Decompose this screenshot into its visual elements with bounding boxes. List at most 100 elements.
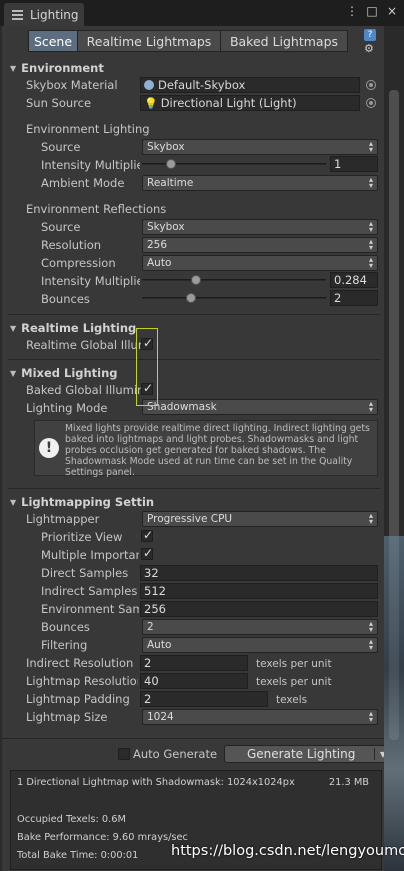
tab-realtime-lightmaps[interactable]: Realtime Lightmaps — [77, 30, 221, 52]
indirect-resolution-field[interactable]: 2 — [140, 655, 248, 671]
section-realtime-lighting[interactable]: ▼ Realtime Lighting — [10, 321, 136, 335]
section-environment[interactable]: ▼ Environment — [10, 61, 104, 75]
object-picker-icon[interactable] — [366, 98, 376, 108]
object-picker-icon[interactable] — [366, 80, 376, 90]
skybox-material-label: Skybox Material — [26, 78, 118, 92]
lightmap-padding-label: Lightmap Padding — [26, 692, 130, 706]
env-intensity-field[interactable]: 1 — [330, 156, 378, 172]
gear-icon[interactable]: ⚙ — [364, 43, 376, 55]
stats-bake-performance: Bake Performance: 9.60 mrays/sec — [17, 832, 188, 843]
indirect-samples-field[interactable]: 512 — [140, 583, 378, 599]
section-lightmapping-settings[interactable]: ▼ Lightmapping Settin — [10, 495, 154, 509]
stats-occupied-texels: Occupied Texels: 0.6M — [17, 814, 126, 825]
resolution-dropdown[interactable]: 256 ▴ ▾ — [142, 237, 378, 253]
window-title: Lighting — [30, 7, 79, 22]
dropdown-arrows-icon: ▴ ▾ — [368, 139, 373, 154]
slider-knob[interactable] — [166, 159, 176, 169]
prioritize-view-checkbox[interactable] — [141, 528, 153, 542]
tab-baked-lightmaps[interactable]: Baked Lightmaps — [220, 30, 348, 52]
filtering-value: Auto — [147, 639, 172, 651]
close-icon[interactable]: × — [386, 4, 398, 18]
compression-dropdown[interactable]: Auto ▴ ▾ — [142, 255, 378, 271]
divider — [8, 488, 380, 489]
generate-lighting-button[interactable]: Generate Lighting ▼ — [224, 745, 384, 763]
sun-source-value: Directional Light (Light) — [160, 96, 297, 110]
skybox-material-field[interactable]: Default-Skybox — [140, 77, 360, 93]
compression-value: Auto — [147, 257, 172, 269]
section-title: Lightmapping Settin — [21, 495, 155, 509]
lightmap-resolution-field[interactable]: 40 — [140, 673, 248, 689]
env-source-dropdown[interactable]: Skybox ▴ ▾ — [142, 139, 378, 155]
ambient-mode-label: Ambient Mode — [41, 176, 125, 190]
lightmap-padding-field[interactable]: 2 — [140, 691, 268, 707]
environment-samples-field[interactable]: 256 — [140, 601, 378, 617]
dropdown-arrow-icon[interactable]: ▼ — [380, 750, 384, 759]
ambient-mode-dropdown[interactable]: Realtime ▴ ▾ — [142, 175, 378, 191]
refl-source-dropdown[interactable]: Skybox ▴ ▾ — [142, 219, 378, 235]
resolution-label: Resolution — [41, 238, 102, 252]
lighting-tab-icon — [12, 9, 24, 20]
menu-icon[interactable]: ⋮ — [346, 4, 358, 18]
skybox-material-value: Default-Skybox — [158, 78, 246, 92]
maximize-icon[interactable]: □ — [366, 4, 378, 18]
light-bulb-icon: 💡 — [144, 96, 158, 110]
resolution-value: 256 — [147, 239, 168, 251]
refl-intensity-slider[interactable] — [142, 272, 326, 288]
divider — [8, 314, 380, 315]
lightmap-size-value: 1024 — [147, 711, 174, 723]
dropdown-arrows-icon: ▴ ▾ — [368, 709, 373, 724]
info-icon: ! — [39, 438, 59, 458]
lighting-mode-dropdown[interactable]: Shadowmask ▴ ▾ — [142, 399, 378, 415]
environment-samples-label: Environment Sam — [41, 602, 139, 616]
lightmapper-dropdown[interactable]: Progressive CPU ▴ ▾ — [142, 511, 378, 527]
annotation-highlight-box — [136, 328, 158, 406]
dropdown-arrows-icon: ▴ ▾ — [368, 399, 373, 414]
expand-triangle-icon: ▼ — [10, 323, 17, 333]
section-title: Mixed Lighting — [21, 366, 118, 380]
window-controls: ⋮ □ × — [346, 4, 398, 18]
tab-scene[interactable]: Scene — [28, 30, 78, 52]
lighting-mode-label: Lighting Mode — [26, 401, 108, 415]
sun-source-field[interactable]: 💡 Directional Light (Light) — [140, 95, 360, 111]
refl-bounces-slider[interactable] — [142, 290, 326, 306]
watermark-url: https://blog.csdn.net/lengyoumo — [171, 843, 404, 859]
dropdown-arrows-icon: ▴ ▾ — [368, 255, 373, 270]
lightmap-size-label: Lightmap Size — [26, 710, 108, 724]
slider-knob[interactable] — [191, 275, 201, 285]
filtering-dropdown[interactable]: Auto ▴ ▾ — [142, 637, 378, 653]
environment-lighting-heading: Environment Lighting — [26, 122, 150, 136]
section-title: Realtime Lighting — [21, 321, 137, 335]
prioritize-view-label: Prioritize View — [41, 530, 123, 544]
lightmapper-value: Progressive CPU — [147, 513, 233, 525]
window-titlebar: Lighting ⋮ □ × — [0, 0, 404, 26]
refl-bounces-field[interactable]: 2 — [330, 290, 378, 306]
divider — [8, 359, 380, 360]
auto-generate-checkbox[interactable] — [118, 748, 130, 760]
help-icon[interactable]: ? — [364, 29, 376, 41]
filtering-label: Filtering — [41, 638, 88, 652]
generate-lighting-label: Generate Lighting — [247, 747, 356, 761]
info-text: Mixed lights provide realtime direct lig… — [65, 423, 370, 478]
refl-intensity-field[interactable]: 0.284 — [330, 272, 378, 288]
baked-gi-label: Baked Global Illumir — [26, 383, 141, 397]
realtime-gi-label: Realtime Global Illur — [26, 338, 141, 352]
refl-source-label: Source — [41, 220, 81, 234]
dropdown-arrows-icon: ▴ ▾ — [368, 219, 373, 234]
compression-label: Compression — [41, 256, 116, 270]
lighting-window-tab[interactable]: Lighting — [4, 3, 84, 26]
ambient-mode-value: Realtime — [147, 177, 194, 189]
expand-triangle-icon: ▼ — [10, 497, 17, 507]
section-mixed-lighting[interactable]: ▼ Mixed Lighting — [10, 366, 118, 380]
section-title: Environment — [21, 61, 104, 75]
slider-knob[interactable] — [186, 293, 196, 303]
lm-bounces-dropdown[interactable]: 2 ▴ ▾ — [142, 619, 378, 635]
sun-source-label: Sun Source — [26, 96, 92, 110]
refl-bounces-label: Bounces — [41, 292, 90, 306]
dropdown-arrows-icon: ▴ ▾ — [368, 175, 373, 190]
indirect-resolution-label: Indirect Resolution — [26, 656, 134, 670]
multiple-importance-checkbox[interactable] — [141, 546, 153, 560]
lightmap-size-dropdown[interactable]: 1024 ▴ ▾ — [142, 709, 378, 725]
direct-samples-field[interactable]: 32 — [140, 565, 378, 581]
env-intensity-slider[interactable] — [142, 156, 326, 172]
dropdown-arrows-icon: ▴ ▾ — [368, 511, 373, 526]
